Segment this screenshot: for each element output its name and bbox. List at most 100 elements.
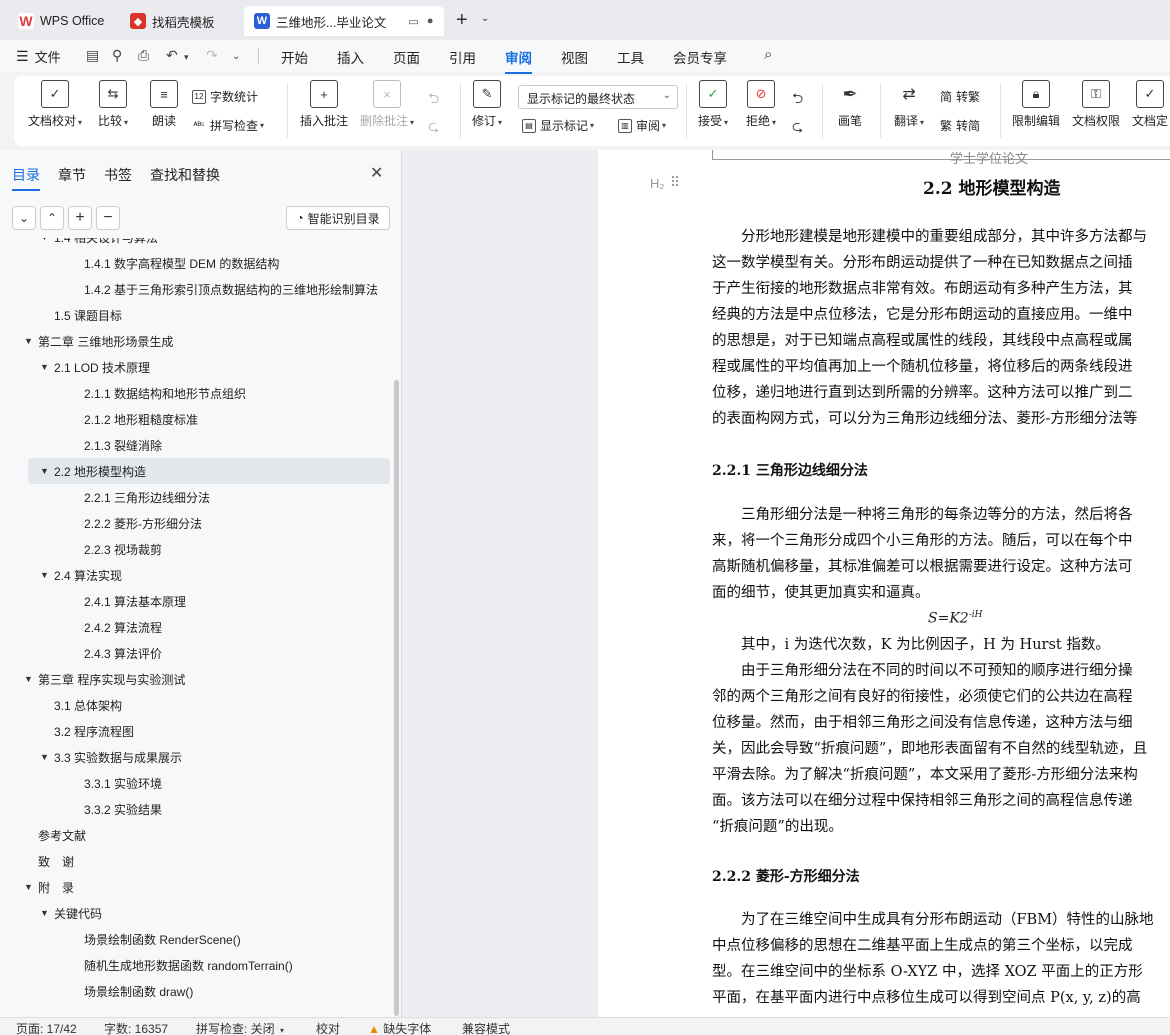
save-icon[interactable]: ▤ (86, 47, 99, 64)
collapse-arrow-icon[interactable]: ▼ (40, 570, 54, 580)
revise-button[interactable]: ✎ 修订 ▾ (472, 80, 502, 129)
read-aloud-button[interactable]: ≡ 朗读 (150, 80, 178, 129)
file-menu[interactable]: ☰ 文件 (16, 47, 61, 66)
toc-item[interactable]: 1.4.1 数字高程模型 DEM 的数据结构 (0, 250, 392, 276)
tab-chapters[interactable]: 章节 (58, 165, 86, 185)
unsaved-dot-icon[interactable]: ● (427, 15, 434, 27)
translate-button[interactable]: ⇄ 翻译 ▾ (894, 80, 924, 129)
insert-comment-button[interactable]: + 插入批注 (300, 80, 348, 129)
toc-item[interactable]: ▼ 第三章 程序实现与实验测试 (0, 666, 392, 692)
toc-item[interactable]: 2.1.3 裂缝消除 (0, 432, 392, 458)
compare-button[interactable]: ⇆ 比较 ▾ (98, 80, 128, 129)
delete-comment-button[interactable]: × 删除批注 ▾ (360, 80, 414, 129)
prev-revision-icon[interactable]: ⮌ (792, 88, 803, 112)
undo-icon[interactable]: ↶ (166, 47, 178, 64)
pen-button[interactable]: ✒ 画笔 (836, 80, 864, 129)
tab-toc[interactable]: 目录 (12, 165, 40, 191)
toc-item[interactable]: 2.4.1 算法基本原理 (0, 588, 392, 614)
menu-reference[interactable]: 引用 (449, 47, 476, 67)
collapse-arrow-icon[interactable]: ▼ (40, 362, 54, 372)
tab-wps-office[interactable]: W WPS Office (8, 6, 120, 36)
toc-item[interactable]: ▼ 3.3 实验数据与成果展示 (0, 744, 392, 770)
toc-item[interactable]: 致 谢 (0, 848, 392, 874)
menu-tools[interactable]: 工具 (617, 47, 644, 67)
doc-permission-button[interactable]: ⚿ 文档权限 (1072, 80, 1120, 129)
markup-state-select[interactable]: 显示标记的最终状态 ⌄ (518, 85, 678, 109)
tab-bookmarks[interactable]: 书签 (104, 165, 132, 185)
menu-review[interactable]: 审阅 (505, 47, 532, 74)
word-count-status[interactable]: 字数: 16357 (104, 1020, 168, 1035)
next-comment-icon[interactable]: ⮎ (428, 116, 439, 140)
close-icon[interactable]: ✕ (370, 163, 383, 183)
toc-item[interactable]: 3.3.2 实验结果 (0, 796, 392, 822)
toc-item[interactable]: 2.4.3 算法评价 (0, 640, 392, 666)
menu-home[interactable]: 开始 (281, 47, 308, 67)
heading-level-marker[interactable]: H₂ (650, 176, 664, 191)
toc-item[interactable]: 场景绘制函数 draw() (0, 978, 392, 1004)
tab-document[interactable]: W 三维地形...毕业论文 ▭ ● (244, 6, 444, 36)
expand-down-button[interactable]: ⌄ (12, 206, 36, 230)
restrict-edit-button[interactable]: 🔒︎ 限制编辑 (1012, 80, 1060, 129)
toc-item[interactable]: 随机生成地形数据函数 randomTerrain() (0, 952, 392, 978)
spell-check-button[interactable]: ᴬᴮᶜ 拼写检查 ▾ (192, 117, 265, 134)
page-indicator[interactable]: 页面: 17/42 (16, 1020, 77, 1035)
reject-button[interactable]: ⊘ 拒绝 ▾ (746, 80, 776, 129)
toc-item[interactable]: ▼ 附 录 (0, 874, 392, 900)
next-revision-icon[interactable]: ⮎ (792, 116, 803, 140)
show-markup-button[interactable]: ▤ 显示标记 ▾ (522, 117, 594, 134)
chevron-down-icon[interactable]: ⌄ (481, 13, 489, 24)
monitor-icon[interactable]: ▭ (408, 15, 418, 28)
toc-item[interactable]: ▼ 2.1 LOD 技术原理 (0, 354, 392, 380)
drag-handle-icon[interactable]: ⠿ (670, 174, 680, 191)
menu-member[interactable]: 会员专享 (673, 47, 727, 67)
redo-icon[interactable]: ↷ (206, 47, 218, 64)
collapse-arrow-icon[interactable]: ▼ (24, 674, 38, 684)
spell-check-status[interactable]: 拼写检查: 关闭 ▾ (196, 1020, 284, 1035)
toc-item[interactable]: 3.1 总体架构 (0, 692, 392, 718)
review-pane-button[interactable]: ▥ 审阅 ▾ (618, 117, 666, 134)
collapse-up-button[interactable]: ⌃ (40, 206, 64, 230)
toc-item[interactable]: ▼1.4 相关设计与算法 (0, 238, 392, 250)
toc-item[interactable]: ▼ 2.2 地形模型构造 (28, 458, 390, 484)
collapse-arrow-icon[interactable]: ▼ (40, 238, 54, 242)
collapse-arrow-icon[interactable]: ▼ (24, 336, 38, 346)
add-heading-button[interactable]: + (68, 206, 92, 230)
toc-item[interactable]: 2.4.2 算法流程 (0, 614, 392, 640)
collapse-arrow-icon[interactable]: ▼ (24, 882, 38, 892)
quick-access-more-icon[interactable]: ⌄ (232, 51, 240, 62)
remove-heading-button[interactable]: − (96, 206, 120, 230)
toc-item[interactable]: 场景绘制函数 RenderScene() (0, 926, 392, 952)
toc-item[interactable]: 参考文献 (0, 822, 392, 848)
document-page[interactable]: 学士学位论文 H₂ ⠿ 2.2 地形模型构造 分形地形建模是地形建模中的重要组成… (598, 150, 1170, 1017)
toc-item[interactable]: 1.4.2 基于三角形索引顶点数据结构的三维地形绘制算法 (0, 276, 392, 302)
menu-page[interactable]: 页面 (393, 47, 420, 67)
collapse-arrow-icon[interactable]: ▼ (40, 908, 54, 918)
toc-item[interactable]: 3.3.1 实验环境 (0, 770, 392, 796)
collapse-arrow-icon[interactable]: ▼ (40, 752, 54, 762)
share-icon[interactable]: ⚲ (112, 47, 122, 64)
menu-insert[interactable]: 插入 (337, 47, 364, 67)
prev-comment-icon[interactable]: ⮌ (428, 88, 439, 112)
proofread-status[interactable]: 校对 (316, 1020, 340, 1035)
collapse-arrow-icon[interactable]: ▼ (40, 466, 54, 476)
to-simplified-button[interactable]: 繁 转简 (940, 117, 980, 134)
menu-view[interactable]: 视图 (561, 47, 588, 67)
tab-find-replace[interactable]: 查找和替换 (150, 165, 220, 185)
smart-toc-button[interactable]: ◔ 智能识别目录 (286, 206, 390, 230)
toc-item[interactable]: 2.1.1 数据结构和地形节点组织 (0, 380, 392, 406)
toc-item[interactable]: ▼ 第二章 三维地形场景生成 (0, 328, 392, 354)
word-count-button[interactable]: 12 字数统计 (192, 88, 258, 105)
toc-item[interactable]: 2.2.1 三角形边线细分法 (0, 484, 392, 510)
print-preview-icon[interactable]: ⎙ (138, 47, 149, 64)
doc-finalize-button[interactable]: ✓ 文档定 (1132, 80, 1168, 129)
undo-dropdown-icon[interactable]: ▾ (184, 52, 189, 63)
search-icon[interactable]: ⌕ (764, 46, 772, 63)
missing-font-status[interactable]: ▲ 缺失字体 (368, 1020, 431, 1035)
toc-item[interactable]: 1.5 课题目标 (0, 302, 392, 328)
toc-item[interactable]: 2.1.2 地形粗糙度标准 (0, 406, 392, 432)
toc-item[interactable]: ▼ 关键代码 (0, 900, 392, 926)
toc-item[interactable]: ▼ 2.4 算法实现 (0, 562, 392, 588)
toc-item[interactable]: 2.2.2 菱形-方形细分法 (0, 510, 392, 536)
toc-scrollbar[interactable] (394, 380, 399, 1016)
tab-docer-templates[interactable]: ◆ 找稻壳模板 (120, 6, 242, 36)
